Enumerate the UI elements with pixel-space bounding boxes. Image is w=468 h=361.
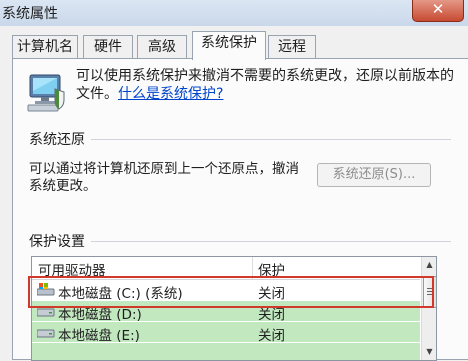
system-restore-title: 系统还原 [29, 132, 85, 148]
system-protection-panel: 可以使用系统保护来撤消不需要的系统更改，还原以前版本的文件。什么是系统保护? 系… [12, 58, 468, 361]
intro-description: 可以使用系统保护来撤消不需要的系统更改，还原以前版本的文件。什么是系统保护? [76, 67, 456, 103]
tab-advanced[interactable]: 高级 [137, 35, 187, 59]
protection-settings-divider [91, 241, 451, 242]
tab-system-protection[interactable]: 系统保护 [192, 31, 266, 60]
window-title: 系统属性 [2, 6, 58, 22]
tab-computer-name[interactable]: 计算机名 [12, 35, 78, 59]
scroll-down-arrow-icon[interactable]: ▼ [422, 345, 436, 359]
drive-row-e[interactable]: 本地磁盘 (E:) 关闭 [32, 322, 420, 344]
close-button[interactable]: ✕ [412, 0, 464, 22]
system-restore-divider [91, 139, 451, 140]
drive-icon [37, 329, 55, 338]
drive-list[interactable]: 可用驱动器 保护 本地磁盘 (C:) (系统) 关闭 本地磁盘 (D:) 关闭 [31, 256, 437, 361]
title-bar: 系统属性 ✕ [0, 0, 468, 26]
drive-protection-status: 关闭 [258, 328, 285, 344]
drive-row-partial [32, 343, 420, 360]
system-restore-button[interactable]: 系统还原(S)... [317, 163, 431, 187]
system-restore-description: 可以通过将计算机还原到上一个还原点，撤消系统更改。 [29, 161, 299, 194]
close-icon: ✕ [431, 0, 445, 18]
tab-hardware[interactable]: 硬件 [83, 35, 133, 59]
annotation-highlight-box [28, 276, 434, 308]
what-is-system-protection-link[interactable]: 什么是系统保护? [118, 86, 223, 102]
protection-settings-title: 保护设置 [29, 234, 85, 250]
drive-name: 本地磁盘 (E:) [58, 328, 140, 344]
scroll-up-arrow-icon[interactable]: ▲ [422, 258, 436, 272]
computer-shield-icon [27, 74, 65, 112]
tab-remote[interactable]: 远程 [268, 35, 316, 59]
list-scrollbar[interactable]: ▲ ▼ [421, 257, 436, 360]
